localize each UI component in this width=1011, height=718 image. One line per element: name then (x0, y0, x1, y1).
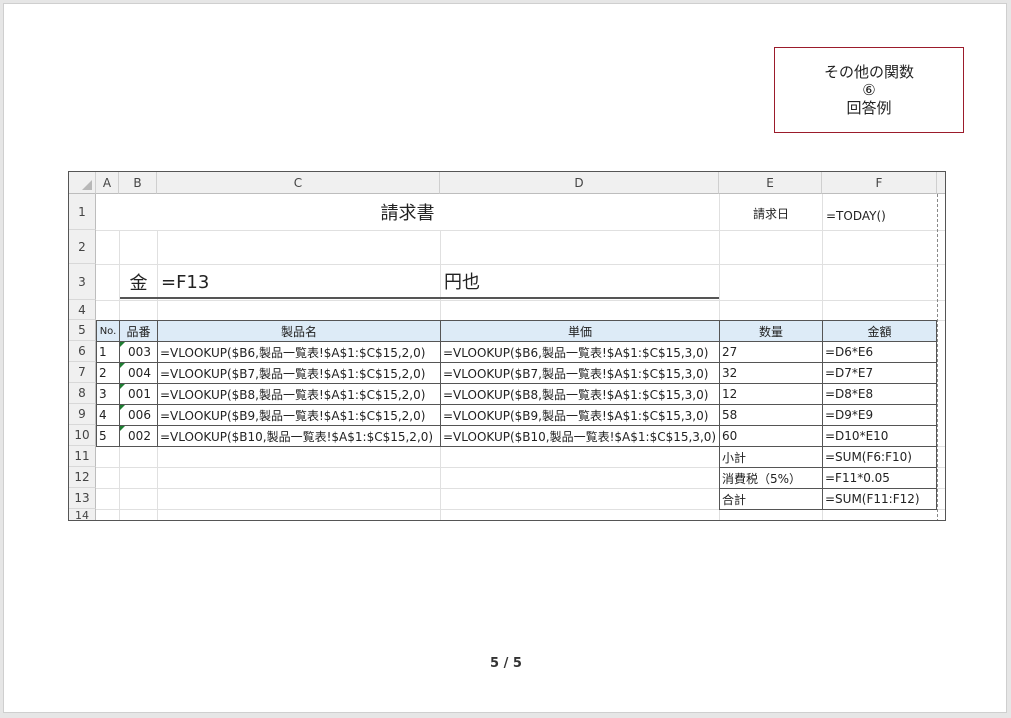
header-no[interactable]: No. (96, 320, 120, 342)
table-cell-price[interactable]: =VLOOKUP($B6,製品一覧表!$A$1:$C$15,3,0) (440, 341, 720, 363)
select-all-corner[interactable] (69, 172, 96, 194)
title-line-1: その他の関数 (823, 63, 914, 81)
table-cell-price[interactable]: =VLOOKUP($B7,製品一覧表!$A$1:$C$15,3,0) (440, 362, 720, 384)
row-header-4[interactable]: 4 (69, 300, 96, 320)
table-cell-no[interactable]: 3 (96, 383, 120, 405)
header-amount[interactable]: 金額 (822, 320, 937, 342)
header-code[interactable]: 品番 (119, 320, 158, 342)
table-cell-amount[interactable]: =D7*E7 (822, 362, 937, 384)
spreadsheet-screenshot: A B C D E F 1 2 3 4 5 6 7 8 9 10 11 12 1… (68, 171, 946, 521)
tax-label[interactable]: 消費税（5%） (719, 467, 823, 489)
select-all-triangle-icon (82, 180, 92, 190)
table-cell-qty[interactable]: 58 (719, 404, 823, 426)
table-cell-price[interactable]: =VLOOKUP($B8,製品一覧表!$A$1:$C$15,3,0) (440, 383, 720, 405)
table-cell-code[interactable]: 006 (119, 404, 158, 426)
table-cell-name[interactable]: =VLOOKUP($B10,製品一覧表!$A$1:$C$15,2,0) (157, 425, 441, 447)
row-header-12[interactable]: 12 (69, 467, 96, 488)
amount-formula[interactable]: =F13 (158, 265, 440, 299)
table-cell-name[interactable]: =VLOOKUP($B8,製品一覧表!$A$1:$C$15,2,0) (157, 383, 441, 405)
error-indicator-icon (120, 384, 125, 389)
title-box: その他の関数 ⑥ 回答例 (774, 47, 964, 133)
row-header-5[interactable]: 5 (69, 320, 96, 341)
column-header-a[interactable]: A (96, 172, 119, 194)
title-line-2: ⑥ (862, 81, 876, 99)
table-cell-code[interactable]: 001 (119, 383, 158, 405)
total-formula[interactable]: =SUM(F11:F12) (822, 488, 937, 510)
table-cell-price[interactable]: =VLOOKUP($B9,製品一覧表!$A$1:$C$15,3,0) (440, 404, 720, 426)
gridline (96, 300, 945, 301)
table-cell-code[interactable]: 002 (119, 425, 158, 447)
table-cell-amount[interactable]: =D9*E9 (822, 404, 937, 426)
column-header-next (937, 172, 945, 194)
table-cell-qty[interactable]: 32 (719, 362, 823, 384)
row-header-6[interactable]: 6 (69, 341, 96, 362)
row-header-3[interactable]: 3 (69, 264, 96, 300)
table-cell-name[interactable]: =VLOOKUP($B6,製品一覧表!$A$1:$C$15,2,0) (157, 341, 441, 363)
row-header-1[interactable]: 1 (69, 194, 96, 230)
table-cell-no[interactable]: 1 (96, 341, 120, 363)
kin-label[interactable]: 金 (120, 265, 157, 299)
row-header-9[interactable]: 9 (69, 404, 96, 425)
table-cell-qty[interactable]: 27 (719, 341, 823, 363)
table-cell-code[interactable]: 004 (119, 362, 158, 384)
table-cell-no[interactable]: 2 (96, 362, 120, 384)
column-header-f[interactable]: F (822, 172, 937, 194)
header-product-name[interactable]: 製品名 (157, 320, 441, 342)
error-indicator-icon (120, 363, 125, 368)
subtotal-formula[interactable]: =SUM(F6:F10) (822, 446, 937, 468)
table-cell-qty[interactable]: 60 (719, 425, 823, 447)
table-cell-name[interactable]: =VLOOKUP($B9,製品一覧表!$A$1:$C$15,2,0) (157, 404, 441, 426)
document-page: その他の関数 ⑥ 回答例 A B C D E F 1 2 3 4 5 6 7 8… (3, 3, 1007, 713)
table-cell-qty[interactable]: 12 (719, 383, 823, 405)
column-header-e[interactable]: E (719, 172, 822, 194)
table-cell-no[interactable]: 5 (96, 425, 120, 447)
error-indicator-icon (120, 405, 125, 410)
table-cell-price[interactable]: =VLOOKUP($B10,製品一覧表!$A$1:$C$15,3,0) (440, 425, 720, 447)
amount-underline (120, 297, 719, 299)
table-cell-amount[interactable]: =D10*E10 (822, 425, 937, 447)
row-header-10[interactable]: 10 (69, 425, 96, 446)
row-header-14[interactable]: 14 (69, 509, 96, 520)
table-cell-amount[interactable]: =D8*E8 (822, 383, 937, 405)
yen-label[interactable]: 円也 (441, 265, 719, 297)
page-break-line (937, 194, 938, 520)
row-header-13[interactable]: 13 (69, 488, 96, 509)
table-cell-code[interactable]: 003 (119, 341, 158, 363)
invoice-date-label[interactable]: 請求日 (720, 195, 822, 229)
column-header-b[interactable]: B (119, 172, 157, 194)
table-cell-amount[interactable]: =D6*E6 (822, 341, 937, 363)
subtotal-label[interactable]: 小計 (719, 446, 823, 468)
invoice-title[interactable]: 請求書 (96, 194, 719, 230)
invoice-date-formula[interactable]: =TODAY() (823, 195, 936, 229)
row-header-7[interactable]: 7 (69, 362, 96, 383)
error-indicator-icon (120, 426, 125, 431)
header-quantity[interactable]: 数量 (719, 320, 823, 342)
row-header-2[interactable]: 2 (69, 230, 96, 264)
column-header-c[interactable]: C (157, 172, 440, 194)
tax-formula[interactable]: =F11*0.05 (822, 467, 937, 489)
header-unit-price[interactable]: 単価 (440, 320, 720, 342)
error-indicator-icon (120, 342, 125, 347)
row-header-8[interactable]: 8 (69, 383, 96, 404)
gridline (96, 230, 945, 231)
total-label[interactable]: 合計 (719, 488, 823, 510)
table-cell-no[interactable]: 4 (96, 404, 120, 426)
column-header-d[interactable]: D (440, 172, 719, 194)
title-line-3: 回答例 (846, 99, 892, 117)
table-cell-name[interactable]: =VLOOKUP($B7,製品一覧表!$A$1:$C$15,2,0) (157, 362, 441, 384)
row-header-11[interactable]: 11 (69, 446, 96, 467)
page-number: 5 / 5 (490, 656, 522, 671)
table-bottom-border (96, 446, 722, 447)
